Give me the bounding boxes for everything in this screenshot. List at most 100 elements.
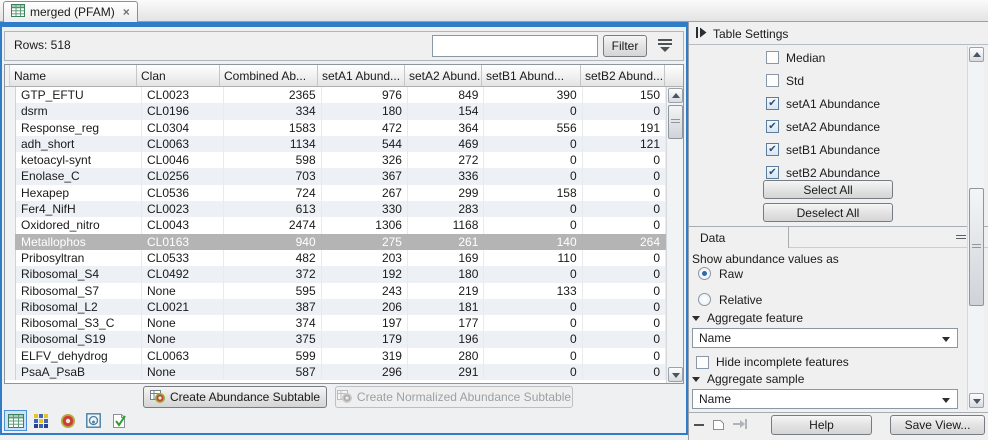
- scroll-up-icon[interactable]: [969, 47, 984, 62]
- checkbox-icon[interactable]: ✔: [766, 166, 779, 179]
- radio-raw[interactable]: Raw: [698, 266, 743, 281]
- table-cell: dsrm: [16, 103, 142, 119]
- table-cell: 374: [224, 315, 321, 331]
- column-toggle-setb1-abundance[interactable]: ✔setB1 Abundance: [766, 138, 880, 161]
- table-row[interactable]: ketoacyl-syntCL004659832627200: [5, 152, 666, 168]
- checkbox-icon[interactable]: ✔: [766, 97, 779, 110]
- sunburst-view-icon[interactable]: [56, 410, 79, 431]
- close-icon[interactable]: ×: [123, 5, 130, 19]
- column-header-name[interactable]: Name: [10, 65, 137, 86]
- filter-button[interactable]: Filter: [603, 35, 647, 57]
- table-row[interactable]: Ribosomal_S19None37517919600: [5, 331, 666, 347]
- tab-merged-pfam[interactable]: merged (PFAM) ×: [3, 1, 138, 22]
- zoom-view-icon[interactable]: [82, 410, 105, 431]
- table-row[interactable]: HexapepCL05367242672991580: [5, 185, 666, 201]
- table-cell: 0: [484, 364, 582, 380]
- create-abundance-subtable-button[interactable]: Create Abundance Subtable: [143, 386, 327, 408]
- table-row[interactable]: Ribosomal_S4CL049237219218000: [5, 266, 666, 282]
- filter-input[interactable]: [432, 35, 598, 57]
- table-cell: 326: [322, 152, 408, 168]
- create-normalized-subtable-button: Create Normalized Abundance Subtable: [335, 386, 573, 408]
- column-header-setb2[interactable]: setB2 Abund...: [581, 65, 665, 86]
- table-cell: PsaA_PsaB: [16, 364, 142, 380]
- table-cell: Hexapep: [16, 185, 142, 201]
- hide-incomplete-checkbox-row[interactable]: Hide incomplete features: [696, 355, 849, 369]
- radio-icon[interactable]: [698, 293, 711, 306]
- scroll-down-icon[interactable]: [668, 367, 683, 382]
- checkbox-icon[interactable]: [696, 356, 709, 369]
- radio-relative[interactable]: Relative: [698, 292, 762, 307]
- table-row[interactable]: Ribosomal_S7None5952432191330: [5, 283, 666, 299]
- row-gutter: [5, 120, 16, 136]
- table-view-icon[interactable]: [4, 410, 27, 431]
- column-toggle-median[interactable]: Median: [766, 46, 880, 69]
- table-cell: 556: [484, 120, 582, 136]
- table-row[interactable]: PsaA_PsaBNone58729629100: [5, 364, 666, 380]
- column-header-clan[interactable]: Clan: [137, 65, 220, 86]
- collapse-section-icon[interactable]: [956, 235, 966, 241]
- column-toggle-std[interactable]: Std: [766, 69, 880, 92]
- table-cell: 334: [224, 103, 321, 119]
- table-cell: Metallophos: [16, 234, 142, 250]
- column-header-combined[interactable]: Combined Ab...: [220, 65, 318, 86]
- column-header-seta1[interactable]: setA1 Abund...: [318, 65, 405, 86]
- checkbox-icon[interactable]: [766, 74, 779, 87]
- table-cell: 0: [484, 217, 582, 233]
- table-cell: 121: [583, 136, 666, 152]
- scroll-down-icon[interactable]: [969, 393, 984, 408]
- scrollbar-thumb[interactable]: [969, 188, 984, 306]
- aggregate-sample-header[interactable]: Aggregate sample: [692, 372, 804, 386]
- row-gutter: [5, 315, 16, 331]
- table-cell: 150: [583, 87, 666, 103]
- column-header-seta2[interactable]: setA2 Abund...: [405, 65, 482, 86]
- deselect-all-button[interactable]: Deselect All: [763, 203, 893, 222]
- table-row[interactable]: Ribosomal_S3_CNone37419717700: [5, 315, 666, 331]
- report-check-view-icon[interactable]: [108, 410, 131, 431]
- aggregate-feature-dropdown[interactable]: Name: [692, 328, 958, 348]
- data-section-tab[interactable]: Data: [689, 227, 789, 248]
- table-cell: Enolase_C: [16, 168, 142, 184]
- aggregate-feature-header[interactable]: Aggregate feature: [692, 311, 803, 325]
- table-cell: 0: [484, 201, 582, 217]
- radio-icon[interactable]: [698, 267, 711, 280]
- side-panel-scrollbar[interactable]: [967, 46, 984, 410]
- column-header-setb1[interactable]: setB1 Abund...: [482, 65, 581, 86]
- side-panel-header[interactable]: Table Settings: [696, 27, 788, 41]
- table-row[interactable]: Response_regCL03041583472364556191: [5, 120, 666, 136]
- help-button[interactable]: Help: [771, 415, 872, 435]
- filter-menu-icon[interactable]: [657, 39, 673, 53]
- table-row[interactable]: GTP_EFTUCL00232365976849390150: [5, 87, 666, 103]
- table-cell: 336: [408, 168, 484, 184]
- row-gutter: [5, 185, 16, 201]
- table-row[interactable]: PribosyltranCL05334822031691100: [5, 250, 666, 266]
- dropdown-value: Name: [699, 392, 731, 406]
- tab-bar: merged (PFAM) ×: [0, 0, 988, 22]
- table-cell: 180: [408, 266, 484, 282]
- checkbox-icon[interactable]: ✔: [766, 120, 779, 133]
- table-row[interactable]: MetallophosCL0163940275261140264: [5, 234, 666, 250]
- scrollbar-thumb[interactable]: [668, 105, 683, 139]
- collapse-all-icon[interactable]: [694, 424, 704, 426]
- table-row[interactable]: adh_shortCL006311345444690121: [5, 136, 666, 152]
- checkbox-icon[interactable]: ✔: [766, 143, 779, 156]
- aggregate-sample-dropdown[interactable]: Name: [692, 389, 958, 409]
- column-toggle-seta1-abundance[interactable]: ✔setA1 Abundance: [766, 92, 880, 115]
- table-row[interactable]: Enolase_CCL025670336733600: [5, 168, 666, 184]
- checkbox-icon[interactable]: [766, 51, 779, 64]
- table-scrollbar[interactable]: [666, 87, 683, 383]
- scroll-up-icon[interactable]: [668, 88, 683, 103]
- table-cell: ELFV_dehydrog: [16, 348, 142, 364]
- column-toggle-seta2-abundance[interactable]: ✔setA2 Abundance: [766, 115, 880, 138]
- table-row[interactable]: ELFV_dehydrogCL006359931928000: [5, 348, 666, 364]
- table-cell: 296: [322, 364, 408, 380]
- table-row[interactable]: Ribosomal_L2CL002138720618100: [5, 299, 666, 315]
- table-row[interactable]: Fer4_NifHCL002361333028300: [5, 201, 666, 217]
- select-all-button[interactable]: Select All: [763, 180, 893, 199]
- save-view-button[interactable]: Save View...: [890, 415, 985, 435]
- colored-table-view-icon[interactable]: [30, 410, 53, 431]
- table-row[interactable]: Oxidored_nitroCL004324741306116800: [5, 217, 666, 233]
- table-row[interactable]: dsrmCL019633418015400: [5, 103, 666, 119]
- table-cell: 196: [408, 331, 484, 347]
- new-view-settings-icon[interactable]: [712, 417, 725, 433]
- rows-count-label: Rows: 518: [14, 38, 71, 52]
